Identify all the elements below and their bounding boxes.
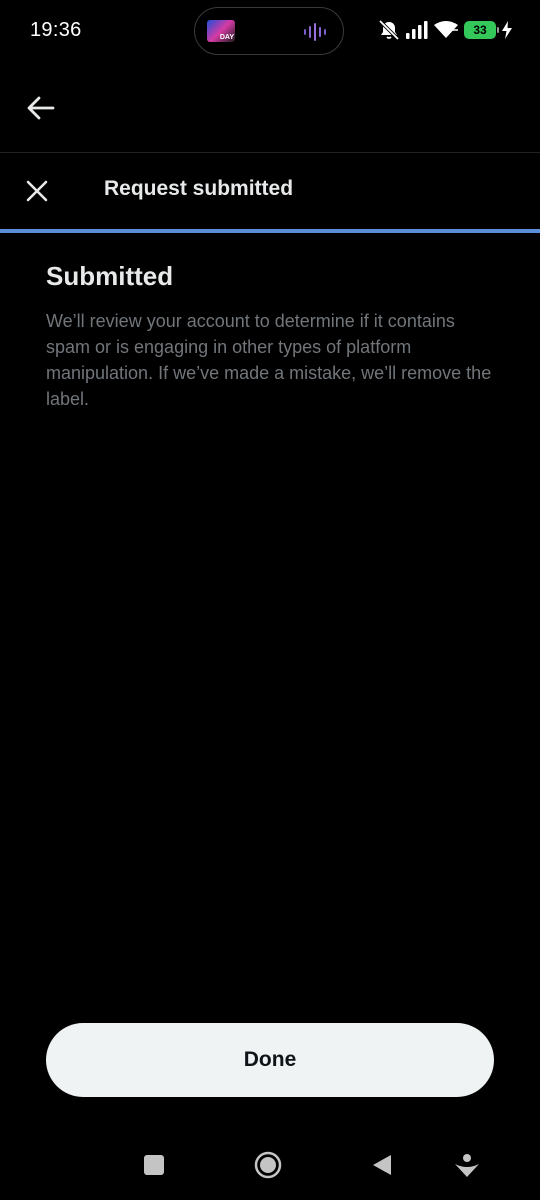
status-icons: 33 [378, 20, 512, 40]
progress-fill [0, 229, 540, 233]
dialog-header: Request submitted [0, 153, 540, 229]
done-button[interactable]: Done [46, 1023, 494, 1097]
top-nav-bar [0, 64, 540, 153]
media-thumbnail: DAY [207, 20, 235, 42]
close-icon[interactable] [24, 178, 50, 204]
signal-icon [406, 21, 428, 39]
charging-icon [502, 21, 512, 39]
home-circle-icon[interactable] [253, 1150, 283, 1180]
content-body: We’ll review your account to determine i… [46, 311, 492, 409]
assistant-icon[interactable] [452, 1150, 482, 1180]
content: Submitted We’ll review your account to d… [46, 258, 496, 412]
mute-icon [378, 20, 400, 40]
content-title: Submitted [46, 261, 174, 291]
status-time: 19:36 [30, 19, 82, 41]
dynamic-island[interactable]: DAY [194, 7, 344, 55]
dialog-title: Request submitted [104, 177, 294, 200]
media-thumbnail-label: DAY [219, 34, 234, 41]
screen: 19:36 DAY 33 Request submitted Submitted… [0, 0, 540, 1200]
progress-bar [0, 229, 540, 233]
system-nav-bar [0, 1140, 540, 1192]
battery-level: 33 [473, 23, 487, 37]
recents-square-icon[interactable] [139, 1150, 169, 1180]
battery-icon: 33 [464, 21, 499, 39]
back-triangle-icon[interactable] [367, 1150, 397, 1180]
status-bar: 19:36 DAY 33 [0, 0, 540, 64]
audio-wave-icon [304, 23, 326, 41]
wifi-icon [434, 21, 458, 38]
arrow-left-icon[interactable] [26, 94, 56, 122]
